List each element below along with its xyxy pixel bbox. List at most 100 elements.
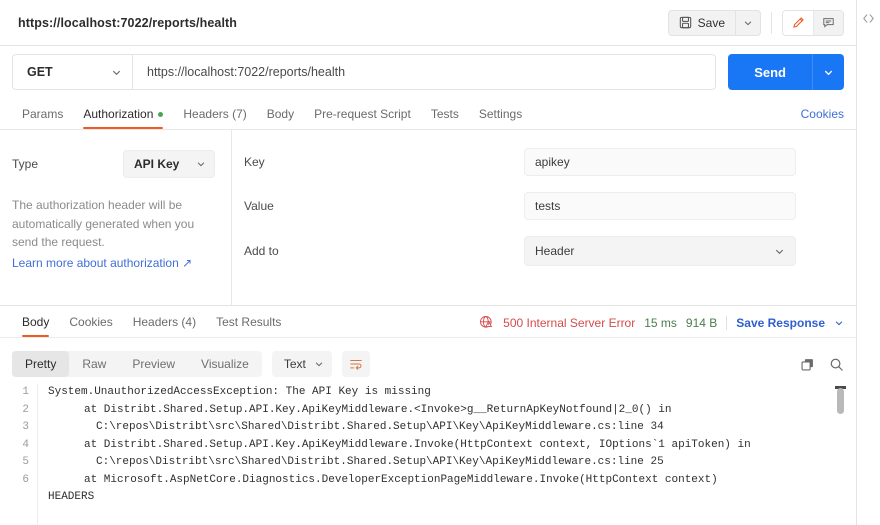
code-line: HEADERS <box>48 491 95 503</box>
tab-tests[interactable]: Tests <box>421 107 469 129</box>
authorization-panel: Type API Key The authorization header wi… <box>0 130 856 305</box>
line-number: 6 <box>22 473 29 486</box>
line-number: 5 <box>22 456 29 468</box>
edit-mode-button[interactable] <box>783 10 813 35</box>
send-group: Send <box>728 54 844 90</box>
field-label: Key <box>244 155 265 169</box>
response-size: 914 B <box>685 315 718 330</box>
tab-label: Tests <box>430 107 459 121</box>
chevron-down-icon <box>314 359 324 369</box>
auth-type-label: Type <box>12 157 39 171</box>
http-method-value: GET <box>27 65 53 79</box>
url-input[interactable]: https://localhost:7022/reports/health <box>132 54 717 90</box>
tab-params[interactable]: Params <box>12 107 73 129</box>
add-to-value: Header <box>535 244 575 258</box>
view-toggle-group <box>782 9 844 36</box>
view-mode-visualize[interactable]: Visualize <box>188 351 262 377</box>
chevron-down-icon[interactable] <box>834 318 844 328</box>
chevron-down-icon <box>743 18 753 28</box>
field-label: Add to <box>244 244 279 258</box>
request-url-row: GET https://localhost:7022/reports/healt… <box>0 46 856 98</box>
response-body-viewer[interactable]: 1 2 3 4 5 6 System.UnauthorizedAccessExc… <box>0 384 856 525</box>
response-time: 15 ms <box>644 315 677 330</box>
learn-more-link[interactable]: Learn more about authorization ↗ <box>12 256 215 270</box>
page-title: https://localhost:7022/reports/health <box>18 15 238 30</box>
save-button[interactable]: Save <box>667 9 735 36</box>
chevron-down-icon <box>823 67 834 78</box>
request-title-bar: https://localhost:7022/reports/health Sa… <box>0 0 856 46</box>
key-input[interactable]: apikey <box>524 148 796 176</box>
response-tab-test-results[interactable]: Test Results <box>206 315 291 337</box>
tab-body[interactable]: Body <box>257 107 304 129</box>
body-scrollbar[interactable] <box>835 384 846 525</box>
save-response-button[interactable]: Save Response <box>736 316 825 330</box>
modified-dot-icon <box>158 111 164 117</box>
topbar-actions: Save <box>667 9 844 36</box>
right-sidebar-rail <box>856 0 880 525</box>
tab-label: Headers (7) <box>183 107 247 121</box>
tab-label: Pre-request Script <box>314 107 411 121</box>
response-format-select[interactable]: Text <box>271 351 332 377</box>
auth-type-column: Type API Key The authorization header wi… <box>0 130 232 305</box>
auth-help-text: The authorization header will be automat… <box>12 198 195 250</box>
format-value: Text <box>283 357 306 371</box>
line-number: 4 <box>22 438 29 451</box>
code-line: C:\repos\Distribt\src\Shared\Distribt.Sh… <box>96 421 664 433</box>
chevron-down-icon <box>111 67 122 78</box>
auth-type-value: API Key <box>134 157 180 171</box>
view-mode-raw[interactable]: Raw <box>69 351 119 377</box>
value-input[interactable]: tests <box>524 192 796 220</box>
tab-authorization[interactable]: Authorization <box>73 107 173 129</box>
cookies-link[interactable]: Cookies <box>801 107 844 129</box>
error-globe-icon <box>479 315 494 330</box>
line-number-gutter: 1 2 3 4 5 6 <box>0 384 38 525</box>
code-icon <box>862 12 875 25</box>
tab-label: Authorization <box>83 107 154 121</box>
comment-button[interactable] <box>813 10 843 35</box>
auth-type-row: Type API Key <box>12 150 215 178</box>
code-line: System.UnauthorizedAccessException: The … <box>48 386 431 398</box>
learn-more-label: Learn more about authorization <box>12 255 179 270</box>
add-to-select[interactable]: Header <box>524 236 796 266</box>
auth-type-select[interactable]: API Key <box>123 150 215 178</box>
response-toolbar: Pretty Raw Preview Visualize Text <box>0 344 856 384</box>
send-button[interactable]: Send <box>728 54 812 90</box>
tab-label: Settings <box>478 107 523 121</box>
code-snippet-button[interactable] <box>857 12 880 25</box>
view-mode-preview[interactable]: Preview <box>119 351 188 377</box>
auth-fields-column: Key apikey Value tests Add to Header <box>232 130 856 305</box>
toolbar-divider <box>771 11 772 34</box>
response-meta: 500 Internal Server Error 15 ms 914 B Sa… <box>479 315 844 337</box>
response-tab-cookies[interactable]: Cookies <box>59 315 122 337</box>
external-link-icon: ↗ <box>182 255 193 270</box>
line-number: 1 <box>22 386 29 398</box>
wrap-lines-button[interactable] <box>341 351 370 377</box>
tab-label: Body <box>22 315 50 329</box>
tab-pre-request-script[interactable]: Pre-request Script <box>304 107 421 129</box>
response-tools-right <box>800 357 844 372</box>
request-tabs: Params Authorization Headers (7) Body Pr… <box>0 98 856 130</box>
search-button[interactable] <box>829 357 844 372</box>
response-tabs: Body Cookies Headers (4) Test Results 50… <box>0 306 856 338</box>
line-number: 2 <box>22 403 29 416</box>
response-view-modes: Pretty Raw Preview Visualize <box>12 351 262 377</box>
tab-label: Params <box>22 107 64 121</box>
send-options-button[interactable] <box>812 54 844 90</box>
auth-field-value: Value tests <box>244 192 804 220</box>
chevron-down-icon <box>774 246 785 257</box>
field-label: Value <box>244 199 274 213</box>
code-line: C:\repos\Distribt\src\Shared\Distribt.Sh… <box>96 456 664 468</box>
status-badge: 500 Internal Server Error <box>503 315 636 330</box>
auth-field-key: Key apikey <box>244 148 804 176</box>
view-mode-pretty[interactable]: Pretty <box>12 351 70 377</box>
scrollbar-thumb[interactable] <box>837 388 844 414</box>
tab-settings[interactable]: Settings <box>469 107 532 129</box>
copy-button[interactable] <box>800 357 815 372</box>
tab-headers[interactable]: Headers (7) <box>173 107 256 129</box>
http-method-select[interactable]: GET <box>12 54 132 90</box>
save-options-button[interactable] <box>735 9 761 36</box>
response-tab-body[interactable]: Body <box>12 315 59 337</box>
postman-app: https://localhost:7022/reports/health Sa… <box>0 0 880 525</box>
response-tab-headers[interactable]: Headers (4) <box>123 315 206 337</box>
comment-icon <box>822 16 835 29</box>
